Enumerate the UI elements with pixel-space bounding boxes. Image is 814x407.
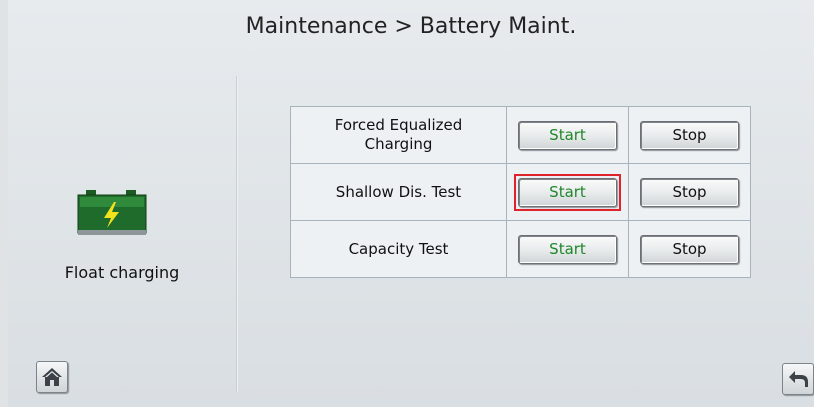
back-arrow-icon: [789, 371, 808, 387]
operation-label-shallow-dis: Shallow Dis. Test: [290, 163, 507, 221]
operation-row-capacity: Capacity Test Start Stop: [290, 220, 751, 278]
forced-equalized-stop-button[interactable]: Stop: [640, 120, 739, 150]
operation-row-forced-equalized: Forced Equalized Charging Start Stop: [290, 106, 751, 164]
selection-highlight: Start: [514, 173, 621, 211]
home-button[interactable]: [36, 361, 68, 393]
operation-row-shallow-dis: Shallow Dis. Test Start Stop: [290, 163, 751, 221]
capacity-stop-button[interactable]: Stop: [640, 234, 739, 264]
capacity-start-button[interactable]: Start: [518, 234, 617, 264]
back-button[interactable]: [782, 363, 814, 395]
operation-label-forced-equalized: Forced Equalized Charging: [290, 106, 507, 164]
home-icon: [42, 368, 62, 386]
shallow-dis-stop-button[interactable]: Stop: [640, 177, 739, 207]
battery-maint-screen: Maintenance > Battery Maint. Float charg…: [8, 0, 814, 407]
battery-operations-table: Forced Equalized Charging Start Stop Sha…: [290, 106, 751, 278]
charging-status-label: Float charging: [64, 263, 180, 282]
forced-equalized-start-button[interactable]: Start: [518, 120, 617, 150]
operation-label-capacity: Capacity Test: [290, 220, 507, 278]
shallow-dis-start-button[interactable]: Start: [518, 177, 617, 207]
battery-charging-icon: [77, 190, 147, 235]
page-title: Maintenance > Battery Maint.: [245, 14, 577, 39]
panel-divider: [236, 76, 238, 392]
